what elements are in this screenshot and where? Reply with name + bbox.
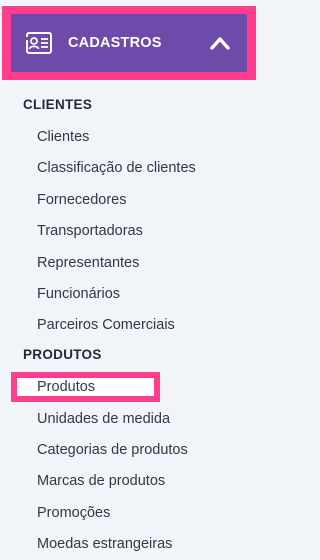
menu-item-moedas-estrangeiras[interactable]: Moedas estrangeiras [37, 535, 172, 553]
menu-item-unidades-de-medida[interactable]: Unidades de medida [37, 410, 170, 428]
header-title: CADASTROS [68, 35, 162, 51]
contact-card-icon [25, 32, 52, 54]
menu-item-classificacao-de-clientes[interactable]: Classificação de clientes [37, 159, 196, 177]
menu-item-funcionarios[interactable]: Funcionários [37, 285, 120, 303]
section-heading-produtos: PRODUTOS [23, 347, 102, 362]
menu-item-promocoes[interactable]: Promoções [37, 504, 110, 522]
menu-item-fornecedores[interactable]: Fornecedores [37, 191, 126, 209]
menu-item-transportadoras[interactable]: Transportadoras [37, 222, 143, 240]
header-highlight-frame: CADASTROS [2, 6, 256, 80]
chevron-up-icon[interactable] [209, 34, 231, 52]
section-heading-clientes: CLIENTES [23, 97, 93, 112]
menu-item-categorias-de-produtos[interactable]: Categorias de produtos [37, 441, 188, 459]
menu-item-clientes[interactable]: Clientes [37, 128, 89, 146]
menu-item-parceiros-comerciais[interactable]: Parceiros Comerciais [37, 316, 175, 334]
menu-item-produtos[interactable]: Produtos [37, 378, 95, 396]
cadastros-menu-header[interactable]: CADASTROS [11, 14, 247, 72]
menu-item-marcas-de-produtos[interactable]: Marcas de produtos [37, 472, 165, 490]
menu-item-representantes[interactable]: Representantes [37, 254, 139, 272]
